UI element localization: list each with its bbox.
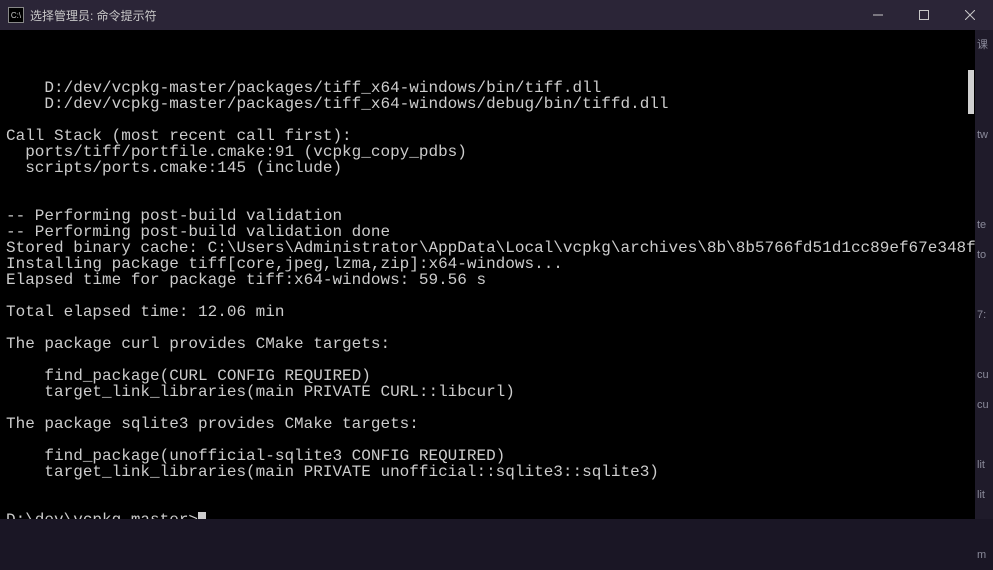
background-text-fragment: 7: [975,300,993,330]
background-text-fragment: lit [975,480,993,510]
background-text-fragment [975,150,993,180]
background-text-fragment [975,180,993,210]
background-text-fragment: m [975,540,993,570]
text-cursor [198,512,206,519]
background-text-fragment: tw [975,120,993,150]
background-text-fragment: 课 [975,30,993,60]
background-text-fragment: cu [975,360,993,390]
background-text-fragment [975,420,993,450]
background-text-fragment [975,270,993,300]
window-titlebar: C:\ 选择管理员: 命令提示符 [0,0,993,30]
terminal-output[interactable]: D:/dev/vcpkg-master/packages/tiff_x64-wi… [0,30,975,519]
background-window-edge: 课twteto7:cuculitlitm [975,30,993,519]
background-text-fragment: cu [975,390,993,420]
background-text-fragment: te [975,210,993,240]
background-text-fragment: to [975,240,993,270]
background-text-fragment [975,330,993,360]
background-text-fragment [975,510,993,540]
prompt: D:\dev\vcpkg-master> [6,511,198,519]
background-text-fragment: lit [975,450,993,480]
maximize-button[interactable] [901,0,947,30]
scrollbar-thumb[interactable] [968,70,974,114]
window-title: 选择管理员: 命令提示符 [30,7,157,24]
cmd-icon: C:\ [8,7,24,23]
minimize-button[interactable] [855,0,901,30]
close-button[interactable] [947,0,993,30]
background-text-fragment [975,90,993,120]
background-text-fragment [975,60,993,90]
